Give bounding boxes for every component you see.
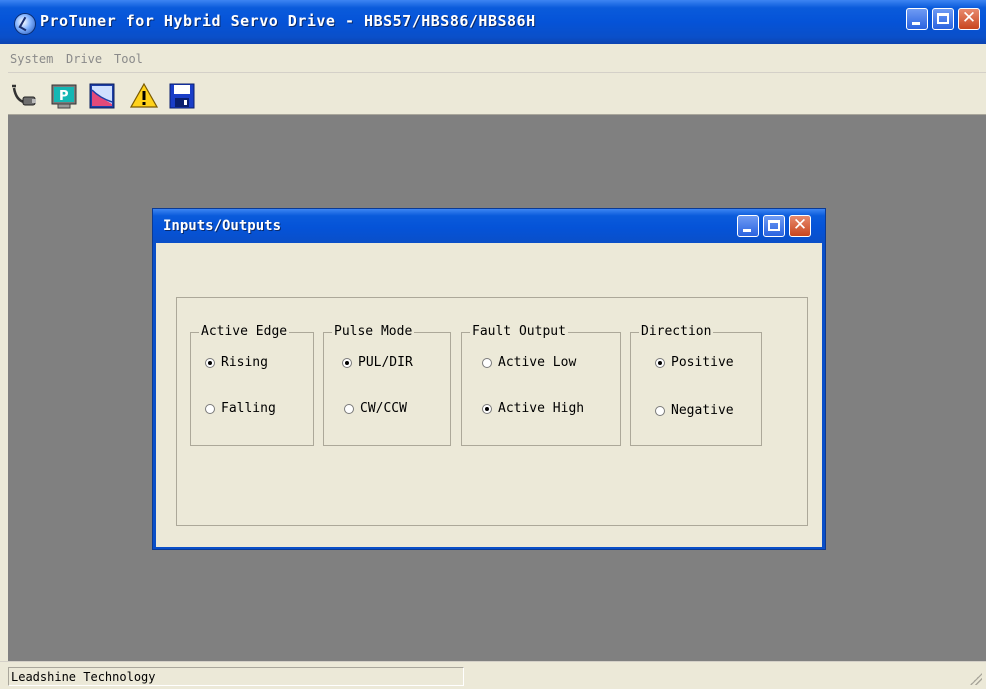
radio-indicator <box>205 403 215 414</box>
radio-cw-ccw[interactable]: CW/CCW <box>344 401 407 416</box>
radio-indicator <box>344 403 354 414</box>
radio-active-low[interactable]: Active Low <box>482 355 576 370</box>
direction-label: Direction <box>639 324 714 339</box>
radio-indicator <box>655 357 665 368</box>
minimize-icon <box>912 22 920 25</box>
radio-label: Negative <box>671 403 734 418</box>
radio-positive[interactable]: Positive <box>655 355 734 370</box>
maximize-button[interactable] <box>932 8 954 30</box>
dialog-minimize-button[interactable] <box>737 215 759 237</box>
radio-negative[interactable]: Negative <box>655 403 734 418</box>
connect-icon[interactable] <box>10 82 38 110</box>
app-icon[interactable] <box>14 13 36 35</box>
minimize-button[interactable] <box>906 8 928 30</box>
active-edge-group: Active Edge Rising Falling <box>190 324 314 446</box>
main-window: ProTuner for Hybrid Servo Drive - HBS57/… <box>0 0 986 689</box>
radio-label: CW/CCW <box>360 401 407 416</box>
radio-label: Falling <box>221 401 276 416</box>
radio-active-high[interactable]: Active High <box>482 401 584 416</box>
radio-label: Active Low <box>498 355 577 370</box>
menu-system[interactable]: System <box>10 52 53 66</box>
radio-indicator <box>482 357 492 368</box>
radio-pul-dir[interactable]: PUL/DIR <box>342 355 413 370</box>
radio-indicator <box>655 405 665 416</box>
resize-grip-icon[interactable] <box>970 673 982 685</box>
io-settings-frame: Active Edge Rising Falling Pulse Mode PU… <box>176 297 808 526</box>
fault-output-label: Fault Output <box>470 324 568 339</box>
status-bar: Leadshine Technology <box>0 661 986 689</box>
radio-label: Active High <box>498 401 585 416</box>
radio-label: Rising <box>221 355 268 370</box>
menu-tool[interactable]: Tool <box>114 52 143 66</box>
menu-drive[interactable]: Drive <box>66 52 102 66</box>
parameter-icon[interactable]: P <box>50 82 78 110</box>
radio-label: PUL/DIR <box>358 355 413 370</box>
radio-indicator <box>205 357 215 368</box>
direction-group: Direction Positive Negative <box>630 324 762 446</box>
chart-icon[interactable] <box>88 82 116 110</box>
inputs-outputs-dialog: Inputs/Outputs ✕ Active Edge Rising Fall… <box>152 208 826 550</box>
dialog-close-button[interactable]: ✕ <box>789 215 811 237</box>
dialog-body: Active Edge Rising Falling Pulse Mode PU… <box>156 243 822 547</box>
svg-text:P: P <box>59 89 69 104</box>
dialog-title-bar[interactable]: Inputs/Outputs ✕ <box>153 209 825 243</box>
pulse-mode-label: Pulse Mode <box>332 324 415 339</box>
fault-output-group: Fault Output Active Low Active High <box>461 324 621 446</box>
window-title: ProTuner for Hybrid Servo Drive - HBS57/… <box>40 12 536 30</box>
radio-indicator <box>482 403 492 414</box>
dialog-title: Inputs/Outputs <box>163 218 282 234</box>
menu-bar: System Drive Tool <box>8 46 986 73</box>
title-bar[interactable]: ProTuner for Hybrid Servo Drive - HBS57/… <box>0 0 986 44</box>
status-pane: Leadshine Technology <box>8 667 464 686</box>
close-icon: ✕ <box>961 8 977 28</box>
maximize-icon <box>768 220 780 231</box>
warning-icon[interactable] <box>130 82 158 110</box>
save-icon[interactable] <box>168 82 196 110</box>
close-icon: ✕ <box>792 215 808 235</box>
maximize-icon <box>937 13 949 24</box>
active-edge-label: Active Edge <box>199 324 290 339</box>
radio-rising[interactable]: Rising <box>205 355 268 370</box>
close-button[interactable]: ✕ <box>958 8 980 30</box>
minimize-icon <box>743 229 751 232</box>
radio-falling[interactable]: Falling <box>205 401 276 416</box>
status-text: Leadshine Technology <box>11 670 156 684</box>
dialog-maximize-button[interactable] <box>763 215 785 237</box>
radio-indicator <box>342 357 352 368</box>
radio-label: Positive <box>671 355 734 370</box>
toolbar: P <box>8 74 986 115</box>
pulse-mode-group: Pulse Mode PUL/DIR CW/CCW <box>323 324 451 446</box>
